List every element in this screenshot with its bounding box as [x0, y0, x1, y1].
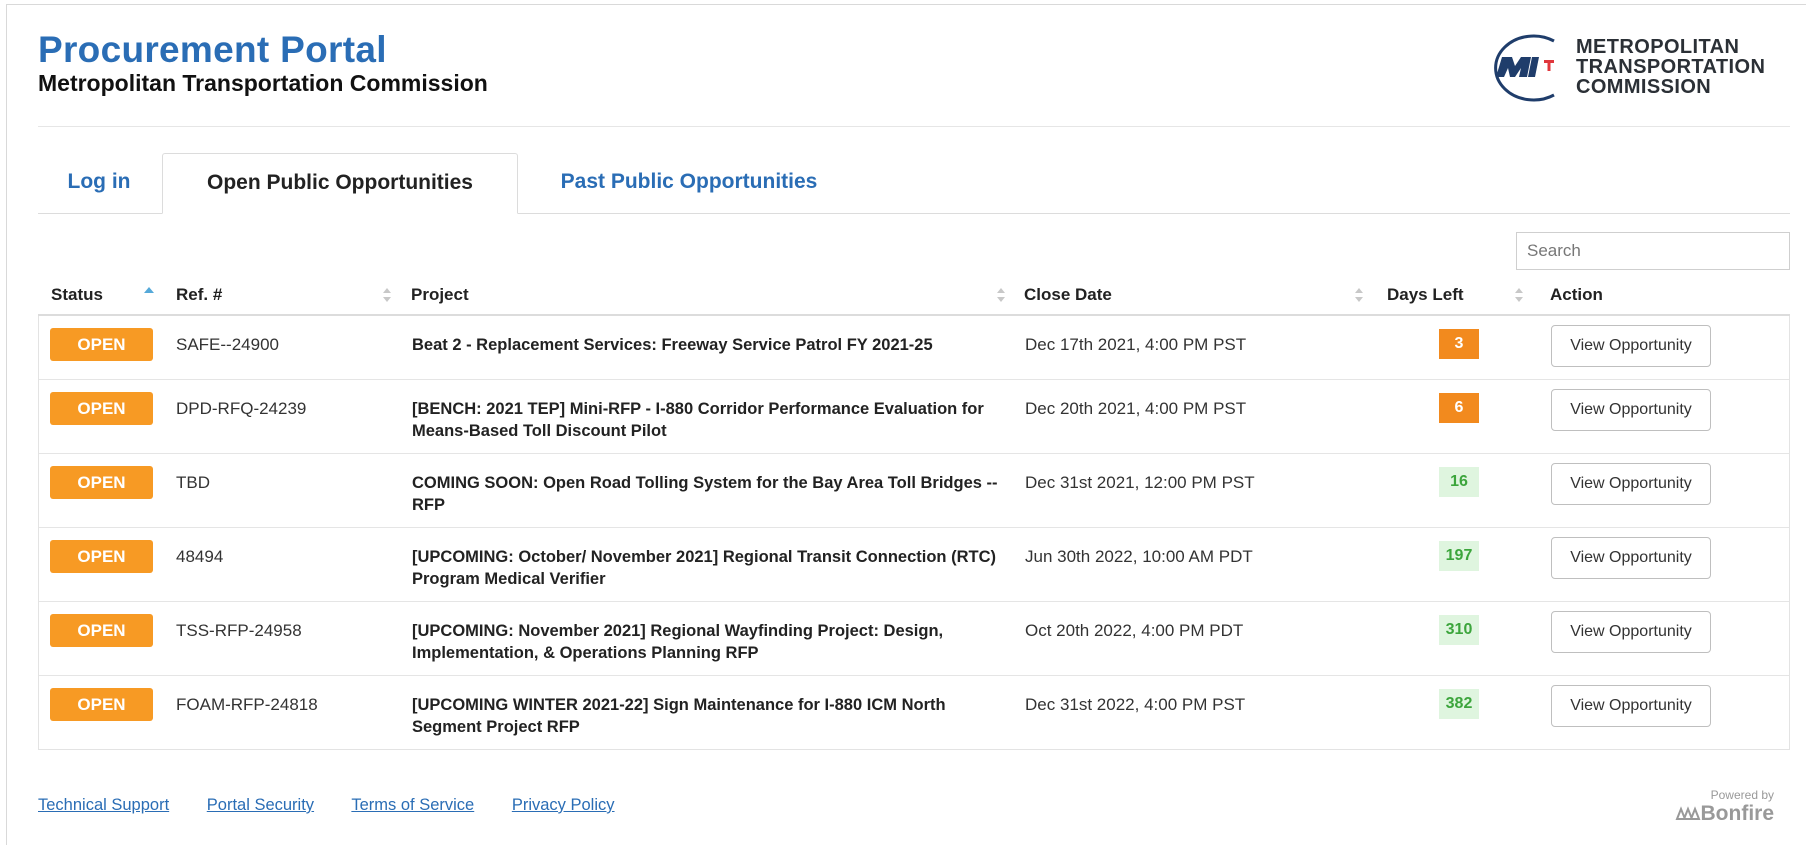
page-subtitle: Metropolitan Transportation Commission: [38, 70, 488, 96]
page-title: Procurement Portal: [38, 29, 387, 70]
days-left-badge: 6: [1439, 393, 1479, 423]
table-row: OPEN SAFE--24900 Beat 2 - Replacement Se…: [39, 316, 1789, 379]
table-header: Status Ref. # Project Close Date Days Le…: [38, 276, 1790, 316]
status-badge: OPEN: [50, 540, 153, 573]
close-date: Dec 31st 2022, 4:00 PM PST: [1025, 695, 1246, 714]
footer-link-technical-support[interactable]: Technical Support: [38, 796, 169, 814]
close-date: Dec 31st 2021, 12:00 PM PST: [1025, 473, 1255, 492]
project-title: [UPCOMING: November 2021] Regional Wayfi…: [412, 622, 944, 662]
mtc-logo: METROPOLITAN TRANSPORTATION COMMISSION: [1482, 33, 1792, 103]
status-badge: OPEN: [50, 614, 153, 647]
logo-text: METROPOLITAN TRANSPORTATION COMMISSION: [1576, 37, 1765, 97]
ref-number: FOAM-RFP-24818: [176, 695, 318, 714]
status-badge: OPEN: [50, 328, 153, 361]
bonfire-icon: [1675, 806, 1700, 820]
view-opportunity-button[interactable]: View Opportunity: [1551, 389, 1711, 431]
column-header-days-left[interactable]: Days Left: [1387, 276, 1464, 314]
header-divider: [38, 126, 1790, 127]
sort-icon[interactable]: [1512, 276, 1526, 314]
search-input[interactable]: [1516, 232, 1790, 270]
days-left-badge: 310: [1439, 615, 1479, 645]
days-left-badge: 382: [1439, 689, 1479, 719]
sort-icon[interactable]: [994, 276, 1008, 314]
column-header-action: Action: [1550, 285, 1603, 304]
project-title: [BENCH: 2021 TEP] Mini-RFP - I-880 Corri…: [412, 400, 984, 440]
footer-link-terms-of-service[interactable]: Terms of Service: [351, 796, 474, 814]
ref-number: SAFE--24900: [176, 335, 279, 354]
table-body: OPEN SAFE--24900 Beat 2 - Replacement Se…: [38, 316, 1790, 750]
bonfire-brand: Bonfire: [1700, 802, 1775, 825]
powered-by-label: Powered by: [1710, 788, 1774, 802]
days-left-badge: 16: [1439, 467, 1479, 497]
footer-links: Technical Support Portal Security Terms …: [38, 796, 648, 815]
sort-icon[interactable]: [1352, 276, 1366, 314]
tab-past-public-opportunities[interactable]: Past Public Opportunities: [522, 153, 856, 213]
tab-open-public-opportunities[interactable]: Open Public Opportunities: [162, 153, 518, 214]
close-date: Dec 17th 2021, 4:00 PM PST: [1025, 335, 1247, 354]
status-badge: OPEN: [50, 466, 153, 499]
status-badge: OPEN: [50, 688, 153, 721]
project-title: [UPCOMING WINTER 2021-22] Sign Maintenan…: [412, 696, 946, 736]
table-row: OPEN FOAM-RFP-24818 [UPCOMING WINTER 202…: [39, 675, 1789, 749]
logo-line: TRANSPORTATION: [1576, 56, 1766, 78]
tab-bar: Log in Open Public Opportunities Past Pu…: [38, 153, 1790, 214]
column-header-ref[interactable]: Ref. #: [176, 276, 222, 314]
bonfire-logo: Bonfire: [1650, 802, 1774, 826]
ref-number: TSS-RFP-24958: [176, 621, 302, 640]
close-date: Jun 30th 2022, 10:00 AM PDT: [1025, 547, 1253, 566]
days-left-badge: 197: [1439, 541, 1479, 571]
sort-icon[interactable]: [380, 276, 394, 314]
column-header-status[interactable]: Status: [51, 276, 103, 314]
view-opportunity-button[interactable]: View Opportunity: [1551, 685, 1711, 727]
view-opportunity-button[interactable]: View Opportunity: [1551, 537, 1711, 579]
view-opportunity-button[interactable]: View Opportunity: [1551, 463, 1711, 505]
project-title: Beat 2 - Replacement Services: Freeway S…: [412, 336, 933, 354]
footer-link-portal-security[interactable]: Portal Security: [207, 796, 314, 814]
days-left-badge: 3: [1439, 329, 1479, 359]
project-title: COMING SOON: Open Road Tolling System fo…: [412, 474, 998, 514]
close-date: Dec 20th 2021, 4:00 PM PST: [1025, 399, 1247, 418]
sort-ascending-icon[interactable]: [142, 276, 156, 314]
tab-log-in[interactable]: Log in: [38, 153, 160, 213]
footer-link-privacy-policy[interactable]: Privacy Policy: [512, 796, 615, 814]
ref-number: TBD: [176, 473, 210, 492]
column-header-close-date[interactable]: Close Date: [1024, 276, 1112, 314]
column-header-project[interactable]: Project: [411, 276, 469, 314]
view-opportunity-button[interactable]: View Opportunity: [1551, 611, 1711, 653]
status-badge: OPEN: [50, 392, 153, 425]
logo-line: METROPOLITAN: [1576, 36, 1740, 58]
table-row: OPEN DPD-RFQ-24239 [BENCH: 2021 TEP] Min…: [39, 379, 1789, 453]
table-row: OPEN 48494 [UPCOMING: October/ November …: [39, 527, 1789, 601]
ref-number: 48494: [176, 547, 224, 566]
project-title: [UPCOMING: October/ November 2021] Regio…: [412, 548, 996, 588]
mtc-logo-icon: [1494, 34, 1555, 102]
table-row: OPEN TBD COMING SOON: Open Road Tolling …: [39, 453, 1789, 527]
view-opportunity-button[interactable]: View Opportunity: [1551, 325, 1711, 367]
powered-by-bonfire[interactable]: Powered by Bonfire: [1650, 788, 1774, 826]
opportunities-table: Status Ref. # Project Close Date Days Le…: [38, 276, 1790, 750]
page-header: Procurement Portal Metropolitan Transpor…: [38, 30, 488, 97]
close-date: Oct 20th 2022, 4:00 PM PDT: [1025, 621, 1244, 640]
logo-line: COMMISSION: [1576, 76, 1712, 98]
table-row: OPEN TSS-RFP-24958 [UPCOMING: November 2…: [39, 601, 1789, 675]
ref-number: DPD-RFQ-24239: [176, 399, 307, 418]
